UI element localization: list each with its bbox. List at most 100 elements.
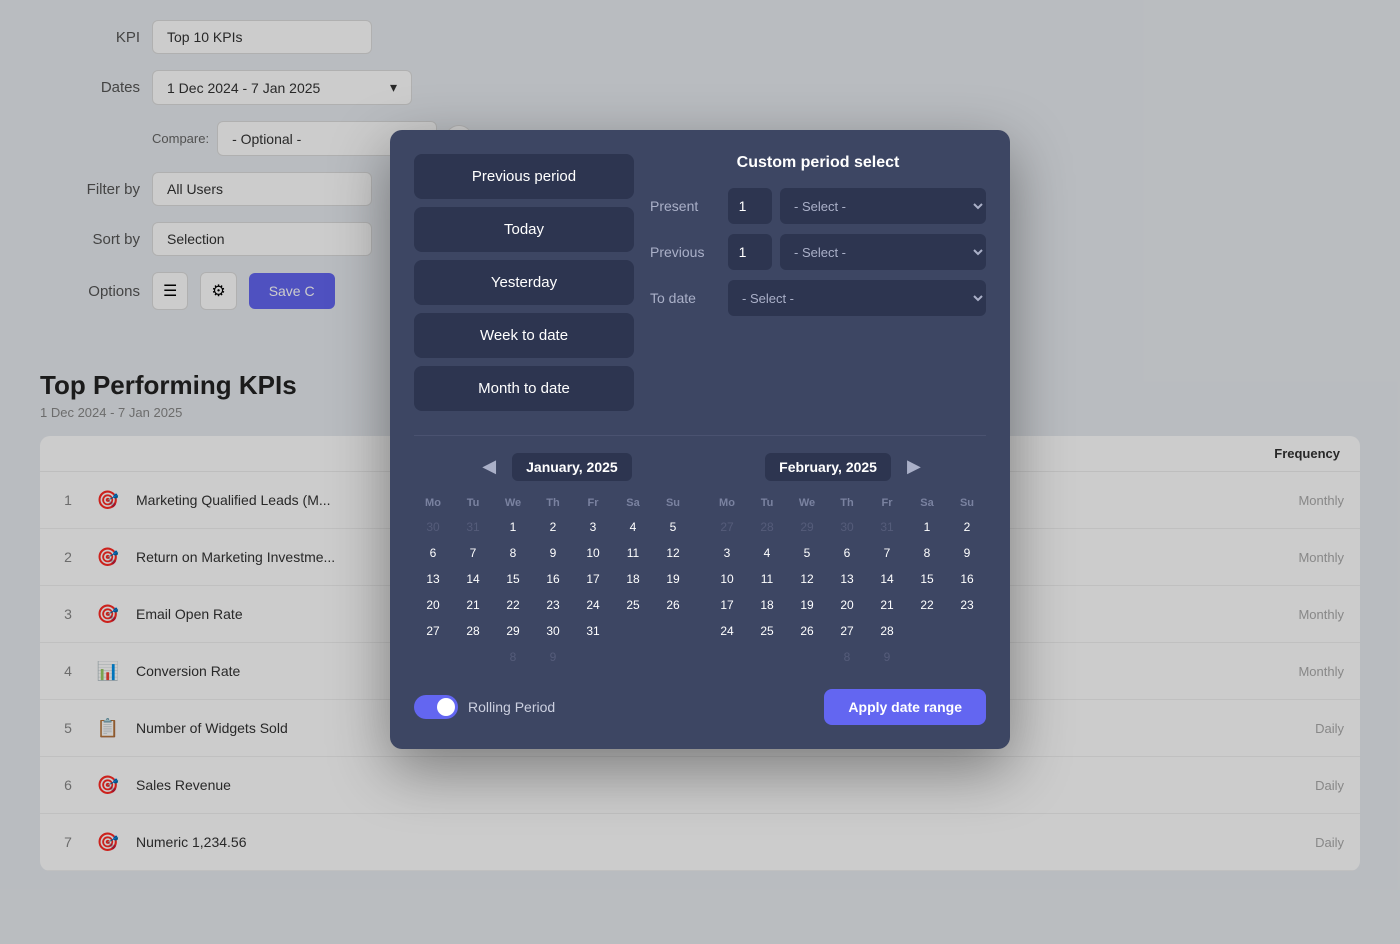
to-date-select[interactable]: - Select - Day Week Month Year xyxy=(728,280,986,316)
cal-day[interactable]: 4 xyxy=(748,541,786,565)
cal-day[interactable]: 27 xyxy=(708,515,746,539)
cal-day[interactable]: 8 xyxy=(828,645,866,669)
cal-day[interactable]: 21 xyxy=(868,593,906,617)
cal-day[interactable]: 10 xyxy=(708,567,746,591)
cal-day xyxy=(574,645,612,669)
cal-day[interactable]: 26 xyxy=(788,619,826,643)
cal-day[interactable]: 29 xyxy=(788,515,826,539)
cal-day[interactable]: 19 xyxy=(654,567,692,591)
preset-today-button[interactable]: Today xyxy=(414,207,634,252)
cal-day[interactable]: 13 xyxy=(828,567,866,591)
cal-day[interactable]: 7 xyxy=(454,541,492,565)
cal-day[interactable]: 11 xyxy=(748,567,786,591)
present-number-input[interactable] xyxy=(728,188,772,224)
cal-day[interactable]: 28 xyxy=(748,515,786,539)
modal-footer: Rolling Period Apply date range xyxy=(414,689,986,725)
cal-day[interactable]: 14 xyxy=(454,567,492,591)
cal-day[interactable]: 30 xyxy=(534,619,572,643)
cal-day[interactable]: 24 xyxy=(574,593,612,617)
cal-day[interactable]: 30 xyxy=(828,515,866,539)
previous-period-select[interactable]: - Select - Day(s) Week(s) Month(s) Year(… xyxy=(780,234,986,270)
cal-day[interactable]: 23 xyxy=(948,593,986,617)
cal-day[interactable]: 26 xyxy=(654,593,692,617)
apply-date-range-button[interactable]: Apply date range xyxy=(824,689,986,725)
cal-day[interactable]: 6 xyxy=(414,541,452,565)
cal-day[interactable]: 3 xyxy=(708,541,746,565)
cal-day[interactable]: 15 xyxy=(908,567,946,591)
cal-day[interactable]: 31 xyxy=(574,619,612,643)
cal-day[interactable]: 16 xyxy=(948,567,986,591)
cal-day[interactable]: 19 xyxy=(788,593,826,617)
cal-day[interactable]: 15 xyxy=(494,567,532,591)
cal-day[interactable]: 21 xyxy=(454,593,492,617)
cal-day[interactable]: 18 xyxy=(614,567,652,591)
cal-day[interactable]: 9 xyxy=(534,541,572,565)
cal-day[interactable]: 27 xyxy=(828,619,866,643)
cal-day[interactable]: 2 xyxy=(534,515,572,539)
cal-day[interactable]: 8 xyxy=(908,541,946,565)
cal-day[interactable]: 9 xyxy=(948,541,986,565)
cal-day[interactable]: 10 xyxy=(574,541,612,565)
cal-day[interactable]: 29 xyxy=(494,619,532,643)
cal-day[interactable]: 22 xyxy=(908,593,946,617)
present-period-select[interactable]: - Select - Day(s) Week(s) Month(s) Year(… xyxy=(780,188,986,224)
preset-yesterday-button[interactable]: Yesterday xyxy=(414,260,634,305)
cal-day xyxy=(908,619,946,643)
january-month-label: January, 2025 xyxy=(512,453,632,481)
cal-day[interactable]: 24 xyxy=(708,619,746,643)
custom-period-panel: Custom period select Present - Select - … xyxy=(650,154,986,411)
cal-day[interactable]: 7 xyxy=(868,541,906,565)
modal-overlay[interactable]: Previous period Today Yesterday Week to dat… xyxy=(0,0,1400,944)
cal-day[interactable]: 16 xyxy=(534,567,572,591)
cal-day[interactable]: 6 xyxy=(828,541,866,565)
previous-row: Previous - Select - Day(s) Week(s) Month… xyxy=(650,234,986,270)
to-date-row: To date - Select - Day Week Month Year xyxy=(650,280,986,316)
cal-day[interactable]: 18 xyxy=(748,593,786,617)
cal-day xyxy=(908,645,946,669)
cal-day[interactable]: 27 xyxy=(414,619,452,643)
cal-day[interactable]: 1 xyxy=(908,515,946,539)
calendar-section: ◀ January, 2025 Mo Tu We Th Fr Sa Su 30 … xyxy=(414,452,986,669)
cal-day xyxy=(414,645,452,669)
cal-day[interactable]: 20 xyxy=(414,593,452,617)
cal-day[interactable]: 12 xyxy=(654,541,692,565)
toggle-knob xyxy=(437,698,455,716)
cal-day[interactable]: 28 xyxy=(454,619,492,643)
cal-day[interactable]: 22 xyxy=(494,593,532,617)
cal-day[interactable]: 25 xyxy=(748,619,786,643)
preset-previous-period-button[interactable]: Previous period xyxy=(414,154,634,199)
preset-month-to-date-button[interactable]: Month to date xyxy=(414,366,634,411)
cal-day[interactable]: 1 xyxy=(494,515,532,539)
cal-day[interactable]: 28 xyxy=(868,619,906,643)
cal-day[interactable]: 8 xyxy=(494,645,532,669)
cal-day[interactable]: 17 xyxy=(708,593,746,617)
cal-day[interactable]: 20 xyxy=(828,593,866,617)
prev-month-button[interactable]: ◀ xyxy=(474,452,504,481)
cal-day[interactable]: 8 xyxy=(494,541,532,565)
february-header: February, 2025 ▶ xyxy=(708,452,986,481)
next-month-button[interactable]: ▶ xyxy=(899,452,929,481)
cal-day[interactable]: 9 xyxy=(534,645,572,669)
february-grid: Mo Tu We Th Fr Sa Su 27 28 29 30 31 1 2 xyxy=(708,493,986,669)
preset-buttons-panel: Previous period Today Yesterday Week to dat… xyxy=(414,154,634,411)
cal-day[interactable]: 31 xyxy=(454,515,492,539)
preset-week-to-date-button[interactable]: Week to date xyxy=(414,313,634,358)
cal-day[interactable]: 4 xyxy=(614,515,652,539)
cal-day[interactable]: 25 xyxy=(614,593,652,617)
cal-day[interactable]: 23 xyxy=(534,593,572,617)
cal-day[interactable]: 11 xyxy=(614,541,652,565)
cal-day[interactable]: 30 xyxy=(414,515,452,539)
cal-day[interactable]: 14 xyxy=(868,567,906,591)
previous-number-input[interactable] xyxy=(728,234,772,270)
cal-day[interactable]: 12 xyxy=(788,567,826,591)
cal-day[interactable]: 5 xyxy=(654,515,692,539)
cal-day[interactable]: 5 xyxy=(788,541,826,565)
rolling-period-toggle[interactable] xyxy=(414,695,458,719)
february-calendar: February, 2025 ▶ Mo Tu We Th Fr Sa Su 27… xyxy=(708,452,986,669)
cal-day[interactable]: 17 xyxy=(574,567,612,591)
cal-day[interactable]: 9 xyxy=(868,645,906,669)
cal-day[interactable]: 31 xyxy=(868,515,906,539)
cal-day[interactable]: 13 xyxy=(414,567,452,591)
cal-day[interactable]: 2 xyxy=(948,515,986,539)
cal-day[interactable]: 3 xyxy=(574,515,612,539)
